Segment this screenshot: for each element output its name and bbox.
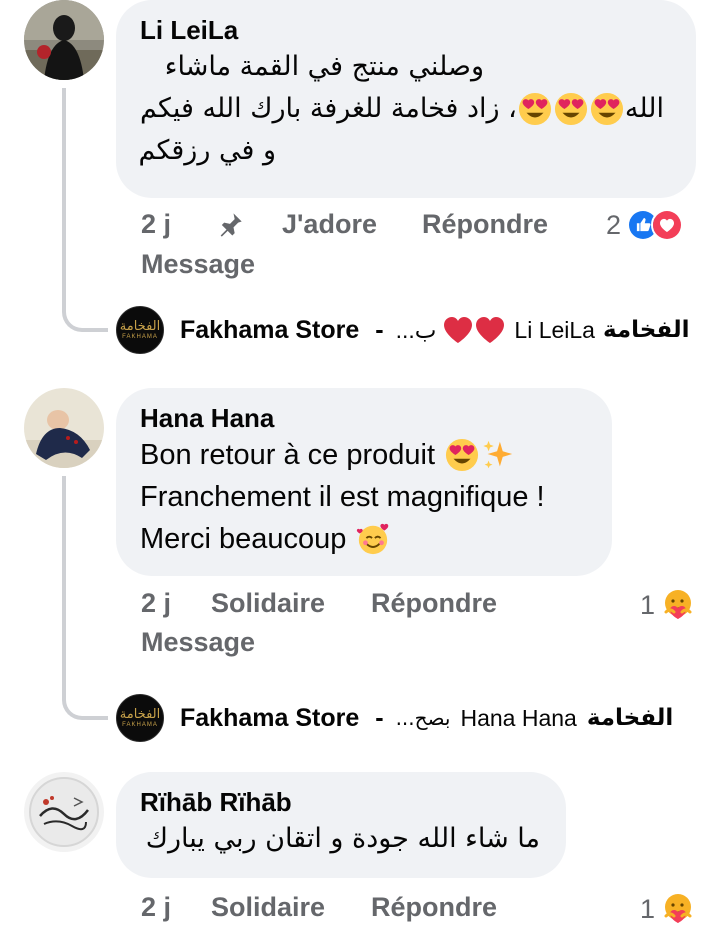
comment-text-line: ما شاء الله جودة و اتقان ربي يبارك [145,823,540,854]
reply-snippet-tail: ب... [395,316,437,343]
store-avatar[interactable]: الفخامة FAKHAMA [116,306,164,354]
reply-snippet[interactable]: الفخامة Li LeiLa ب... [395,316,690,344]
comment-bubble-hana-hana[interactable]: Hana Hana Bon retour à ce produit Franch… [116,388,612,576]
comment-author[interactable]: Rïhāb Rïhāb [140,786,540,818]
smiling-face-with-hearts-emoji-icon [356,522,390,556]
store-avatar[interactable]: الفخامة FAKHAMA [116,694,164,742]
message-button[interactable]: Message [141,627,255,658]
reply-snippet-tail: بصح... [395,706,451,730]
comment-text-fragment: الله [624,93,665,124]
pin-icon[interactable] [216,211,244,239]
avatar-li-leila[interactable] [24,0,104,80]
reply-snippet-brand: الفخامة [586,705,674,731]
reaction-solidaire-button[interactable]: Solidaire [211,892,325,923]
comment-text-fragment: Merci beaucoup [140,523,347,555]
comment-text-line: Merci beaucoup [140,518,586,560]
reaction-count-number: 1 [640,589,656,620]
comment-text-line: و في رزقكم [138,135,276,166]
avatar-rihab-rihab[interactable] [24,772,104,852]
message-button[interactable]: Message [141,249,255,280]
comment-bubble-rihab-rihab[interactable]: Rïhāb Rïhāb ما شاء الله جودة و اتقان ربي… [116,772,566,878]
reply-snippet-mention: Li LeiLa [514,316,595,343]
store-logo-latin: FAKHAMA [122,721,158,728]
thread-line-1 [62,88,66,308]
comment-time[interactable]: 2 j [141,588,171,619]
care-icon [661,892,695,926]
red-heart-icon [475,316,505,344]
heart-eyes-emoji-icon [445,438,479,472]
reaction-count[interactable]: 1 [640,588,695,622]
reaction-solidaire-button[interactable]: Solidaire [211,588,325,619]
reply-author[interactable]: Fakhama Store [180,704,359,733]
heart-eyes-emoji-icon [554,92,588,126]
comment-bubble-li-leila[interactable]: Li LeiLa وصلني منتج في القمة ماشاء الله … [116,0,696,198]
reaction-jadore-button[interactable]: J'adore [282,209,377,240]
reply-snippet-mention: Hana Hana [460,704,577,731]
store-logo-arabic: الفخامة [119,706,161,722]
red-heart-icon [443,316,473,344]
reply-author[interactable]: Fakhama Store [180,316,359,345]
comment-author[interactable]: Li LeiLa [140,14,670,46]
thread-connector-1 [62,292,108,332]
comment-text-line: Franchement il est magnifique ! [140,481,545,513]
store-logo-arabic: الفخامة [119,318,161,334]
sparkles-emoji-icon [481,438,515,472]
reaction-count-number: 2 [606,209,622,240]
comment-text-fragment: ، زاد فخامة للغرفة بارك الله فيكم [140,93,517,124]
reply-snippet-brand: الفخامة [602,317,690,343]
heart-eyes-emoji-icon [590,92,624,126]
reply-snippet[interactable]: الفخامة Hana Hana بصح... [396,705,674,732]
thread-connector-2 [62,680,108,720]
comment-time[interactable]: 2 j [141,209,171,240]
love-icon [651,209,684,241]
reply-button[interactable]: Répondre [422,209,548,240]
reaction-count[interactable]: 2 [606,209,684,241]
comment-text-line: وصلني منتج في القمة ماشاء [164,51,484,82]
comment-text-line: Bon retour à ce produit [140,434,586,476]
reply-separator: - [375,315,384,344]
reply-button[interactable]: Répondre [371,892,497,923]
reply-preview-fakhama-1[interactable]: الفخامة FAKHAMA Fakhama Store - الفخامة … [116,306,689,354]
reaction-count-number: 1 [640,893,656,924]
reply-separator: - [375,703,384,732]
heart-eyes-emoji-icon [518,92,552,126]
comment-text-fragment: Bon retour à ce produit [140,439,436,471]
care-icon [661,588,695,622]
avatar-hana-hana[interactable] [24,388,104,468]
thread-line-2 [62,476,66,696]
comment-time[interactable]: 2 j [141,892,171,923]
reply-button[interactable]: Répondre [371,588,497,619]
comment-author[interactable]: Hana Hana [140,402,586,434]
reaction-count[interactable]: 1 [640,892,695,926]
reply-preview-fakhama-2[interactable]: الفخامة FAKHAMA Fakhama Store - الفخامة … [116,694,673,742]
comment-text-line: الله ، زاد فخامة للغرفة بارك الله فيكم [140,88,670,130]
store-logo-latin: FAKHAMA [122,333,158,340]
